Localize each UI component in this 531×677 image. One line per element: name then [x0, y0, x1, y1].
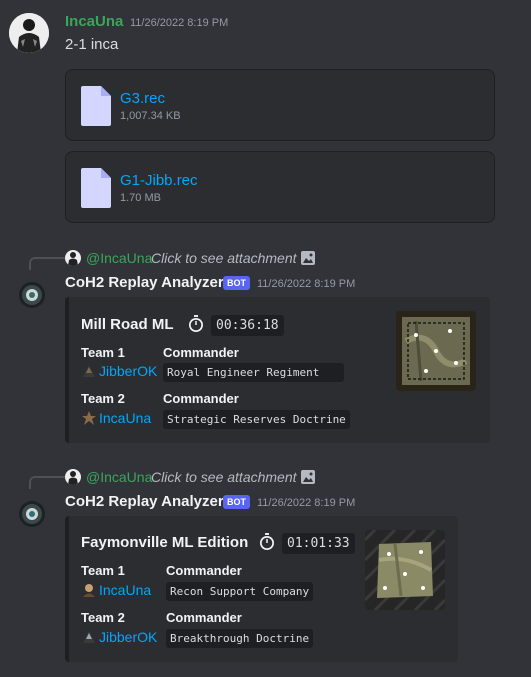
- stopwatch-icon: [189, 315, 203, 332]
- reply-connector: [29, 257, 65, 270]
- bot-username[interactable]: CoH2 Replay Analyzer: [65, 493, 224, 510]
- message-timestamp: 11/26/2022 8:19 PM: [130, 17, 229, 29]
- image-icon: [301, 251, 315, 265]
- reply-connector: [29, 476, 65, 489]
- message-username[interactable]: IncaUna: [65, 13, 123, 30]
- team2-player[interactable]: JibberOK: [99, 629, 157, 645]
- player-icon: [83, 631, 95, 643]
- replay-embed: Faymonville ML Edition 01:01:33 Team 1 C…: [65, 516, 458, 662]
- file-icon: [81, 168, 111, 208]
- bot-avatar[interactable]: [19, 282, 45, 308]
- team2-player[interactable]: IncaUna: [99, 410, 151, 426]
- team2-label: Team 2: [81, 610, 125, 625]
- map-name: Faymonville ML Edition: [81, 534, 249, 551]
- user-avatar-image: [9, 13, 49, 53]
- reply-avatar: [65, 250, 81, 266]
- team2-label: Team 2: [81, 391, 125, 406]
- file-name-link[interactable]: G1-Jibb.rec: [120, 172, 198, 189]
- stopwatch-icon: [260, 533, 274, 550]
- file-size: 1.70 MB: [120, 192, 161, 204]
- commander-label: Commander: [166, 610, 242, 625]
- commander-label: Commander: [166, 563, 242, 578]
- team1-commander: Royal Engineer Regiment: [163, 363, 344, 382]
- bot-badge: BOT: [223, 495, 250, 509]
- map-name: Mill Road ML: [81, 316, 174, 333]
- commander-label: Commander: [163, 345, 239, 360]
- message-text: 2-1 inca: [65, 36, 119, 53]
- replay-embed: Mill Road ML 00:36:18 Team 1 Commander J…: [65, 297, 490, 443]
- bot-avatar-icon: [22, 285, 42, 305]
- bot-timestamp: 11/26/2022 8:19 PM: [257, 278, 356, 290]
- team1-label: Team 1: [81, 345, 125, 360]
- file-attachment-card: G3.rec 1,007.34 KB: [65, 69, 495, 141]
- game-duration: 01:01:33: [282, 533, 355, 554]
- team1-player[interactable]: JibberOK: [99, 363, 157, 379]
- reply-avatar: [65, 469, 81, 485]
- bot-avatar-icon: [22, 504, 42, 524]
- map-thumbnail[interactable]: [365, 530, 445, 610]
- player-icon: [82, 411, 96, 425]
- game-duration: 00:36:18: [211, 315, 284, 336]
- user-avatar[interactable]: [9, 13, 49, 53]
- file-name-link[interactable]: G3.rec: [120, 90, 165, 107]
- player-icon: [83, 584, 95, 597]
- team1-commander: Recon Support Company: [166, 582, 314, 601]
- team1-label: Team 1: [81, 563, 125, 578]
- map-thumbnail[interactable]: [396, 311, 476, 391]
- team1-player[interactable]: IncaUna: [99, 582, 151, 598]
- file-attachment-card: G1-Jibb.rec 1.70 MB: [65, 151, 495, 223]
- file-size: 1,007.34 KB: [120, 110, 181, 122]
- bot-username[interactable]: CoH2 Replay Analyzer: [65, 274, 224, 291]
- reply-mention[interactable]: @IncaUna: [86, 469, 152, 485]
- reply-preview[interactable]: Click to see attachment: [151, 469, 297, 485]
- team2-commander: Breakthrough Doctrine: [166, 629, 314, 648]
- image-icon: [301, 470, 315, 484]
- team2-commander: Strategic Reserves Doctrine: [163, 410, 350, 429]
- reply-preview[interactable]: Click to see attachment: [151, 250, 297, 266]
- bot-timestamp: 11/26/2022 8:19 PM: [257, 497, 356, 509]
- commander-label: Commander: [163, 391, 239, 406]
- player-icon: [83, 365, 95, 377]
- reply-mention[interactable]: @IncaUna: [86, 250, 152, 266]
- bot-badge: BOT: [223, 276, 250, 290]
- bot-avatar[interactable]: [19, 501, 45, 527]
- file-icon: [81, 86, 111, 126]
